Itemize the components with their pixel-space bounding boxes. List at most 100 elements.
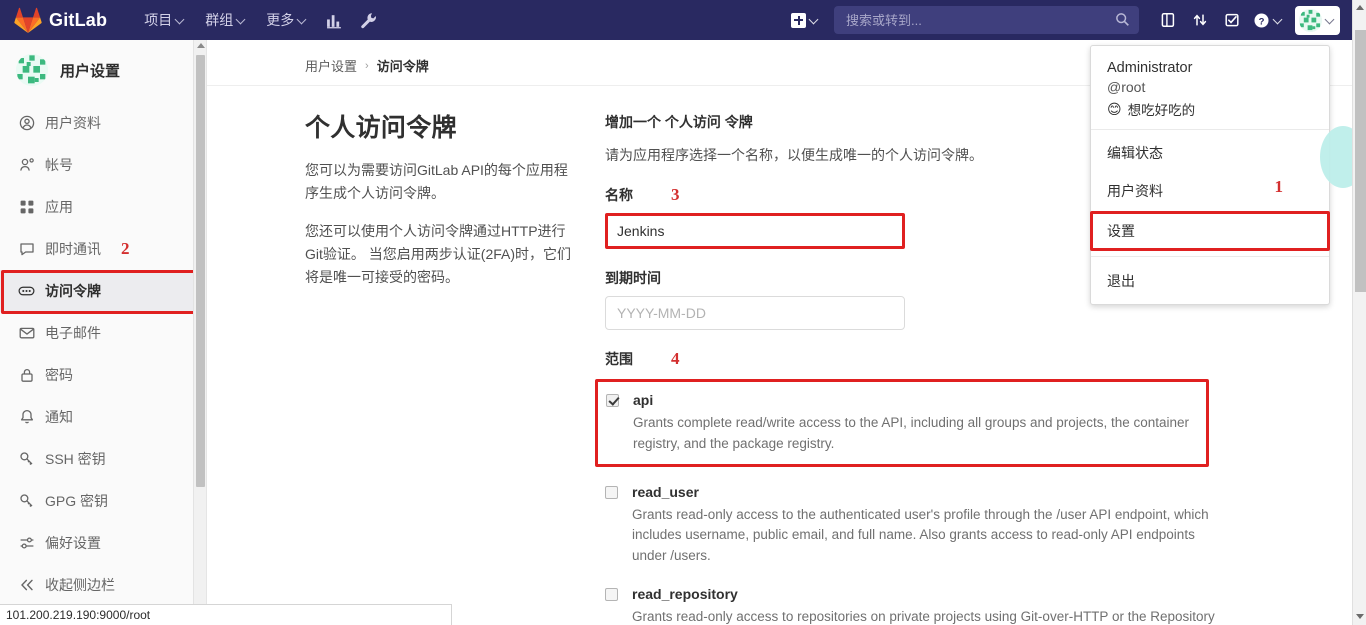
sidebar-item-password[interactable]: 密码 — [0, 354, 206, 396]
sidebar-item-label: 用户资料 — [45, 115, 101, 131]
issues-button[interactable] — [1153, 5, 1183, 35]
avatar — [1299, 8, 1322, 32]
chevron-down-icon — [176, 16, 185, 25]
sidebar-item-label: 收起侧边栏 — [45, 577, 115, 593]
sidebar-avatar — [16, 54, 48, 86]
nav-groups-label: 群组 — [205, 12, 234, 28]
search-input[interactable] — [834, 6, 1139, 34]
annotation-marker-4: 4 — [671, 349, 680, 368]
sidebar-item-label: 即时通讯 — [45, 241, 101, 257]
sidebar-item-label: 通知 — [45, 409, 73, 425]
breadcrumb-current[interactable]: 访问令牌 — [377, 56, 429, 75]
sidebar-item-ssh-keys[interactable]: SSH 密钥 — [0, 438, 206, 480]
menu-divider — [1091, 256, 1329, 257]
chevron-down-icon — [1274, 16, 1283, 25]
account-icon — [18, 157, 35, 174]
page-scroll-thumb[interactable] — [1355, 30, 1366, 292]
scope-checkbox-read-repository[interactable] — [605, 587, 618, 601]
page-scrollbar[interactable] — [1352, 0, 1366, 625]
scopes-list: api Grants complete read/write access to… — [595, 379, 1230, 625]
scope-name: api — [633, 392, 654, 408]
annotation-marker-2: 2 — [121, 239, 130, 258]
sidebar-item-gpg-keys[interactable]: GPG 密钥 — [0, 480, 206, 522]
menu-edit-status[interactable]: 编辑状态 — [1091, 134, 1329, 172]
help-icon: ? — [1254, 12, 1269, 28]
sidebar-item-applications[interactable]: 应用 — [0, 186, 206, 228]
search-box[interactable] — [834, 6, 1139, 34]
sidebar-items: 用户资料 帐号 应用 即时通讯 2 访问令牌 电子邮件 密码 通知 SSH 密钥… — [0, 100, 206, 606]
user-dropdown-menu: Administrator @root 😊 想吃好吃的 编辑状态 用户资料 1 … — [1090, 45, 1330, 305]
token-name-input[interactable] — [605, 213, 905, 249]
scope-checkbox-api[interactable] — [606, 394, 619, 407]
scroll-up-arrow-icon[interactable] — [1356, 5, 1364, 10]
intro-paragraph-2: 您还可以使用个人访问令牌通过HTTP进行Git验证。 当您启用两步认证(2FA)… — [305, 223, 572, 285]
gitlab-logo-icon[interactable] — [14, 7, 42, 33]
top-navbar-right: ? — [786, 0, 1366, 40]
merge-requests-button[interactable] — [1185, 5, 1215, 35]
nav-more[interactable]: 更多 — [257, 2, 316, 38]
chevron-down-icon — [298, 16, 307, 25]
sidebar-item-label: 帐号 — [45, 157, 73, 173]
user-menu-header: Administrator @root 😊 想吃好吃的 — [1091, 46, 1329, 130]
sidebar-item-profile[interactable]: 用户资料 — [0, 102, 206, 144]
lock-icon — [18, 367, 35, 384]
help-button[interactable]: ? — [1249, 9, 1285, 32]
merge-requests-icon — [1193, 14, 1207, 26]
nav-more-label: 更多 — [266, 12, 295, 28]
page-title: 个人访问令牌 — [305, 114, 457, 142]
top-navbar: GitLab 项目 群组 更多 搜索或转到... ? — [0, 0, 1366, 40]
scope-name: read_user — [632, 483, 699, 500]
new-item-button[interactable] — [786, 9, 824, 32]
scopes-label-row: 范围 4 — [605, 349, 1230, 369]
menu-item-label: 退出 — [1107, 273, 1135, 289]
collapse-icon — [18, 577, 35, 594]
status-bar: 101.200.219.190:9000/root — [0, 604, 452, 625]
name-label: 名称 — [605, 187, 633, 203]
scope-checkbox-read-user[interactable] — [605, 485, 618, 499]
menu-item-label: 用户资料 — [1107, 183, 1163, 199]
sidebar-item-collapse[interactable]: 收起侧边栏 — [0, 564, 206, 606]
todos-button[interactable] — [1217, 5, 1247, 35]
nav-groups[interactable]: 群组 — [196, 2, 255, 38]
user-status[interactable]: 😊 想吃好吃的 — [1107, 99, 1313, 119]
brand-name[interactable]: GitLab — [49, 10, 107, 31]
scope-description: Grants read-only access to repositories … — [632, 608, 1215, 624]
sidebar-scroll-thumb[interactable] — [196, 55, 205, 487]
header-icon-group: ? — [1153, 5, 1285, 35]
token-expiry-input[interactable] — [605, 296, 905, 330]
menu-signout[interactable]: 退出 — [1091, 262, 1329, 300]
sidebar-item-chat[interactable]: 即时通讯 2 — [0, 228, 206, 270]
sidebar-item-notifications[interactable]: 通知 — [0, 396, 206, 438]
user-menu-items: 编辑状态 用户资料 1 设置 退出 — [1090, 130, 1330, 300]
menu-settings[interactable]: 设置 — [1090, 211, 1330, 251]
sidebar-item-label: 电子邮件 — [45, 325, 101, 341]
admin-area-button[interactable] — [352, 4, 384, 36]
status-bar-url: 101.200.219.190:9000/root — [6, 608, 151, 622]
sidebar-scrollbar[interactable] — [193, 40, 206, 625]
user-avatar-button[interactable] — [1295, 5, 1340, 35]
menu-item-label: 编辑状态 — [1107, 145, 1163, 161]
analytics-button[interactable] — [318, 4, 350, 36]
menu-profile[interactable]: 用户资料 1 — [1091, 172, 1329, 210]
annotation-marker-1: 1 — [1274, 177, 1284, 196]
sidebar-item-access-tokens[interactable]: 访问令牌 — [0, 270, 206, 312]
sidebar-item-label: GPG 密钥 — [45, 493, 109, 509]
nav-projects[interactable]: 项目 — [135, 2, 194, 38]
settings-sidebar: 用户设置 用户资料 帐号 应用 即时通讯 2 访问令牌 电子邮件 密码 通知 S… — [0, 40, 207, 625]
chart-icon — [326, 14, 341, 28]
apps-grid-icon — [18, 199, 35, 216]
scroll-up-arrow-icon[interactable] — [197, 43, 205, 48]
breadcrumb-parent[interactable]: 用户设置 — [305, 56, 357, 75]
sidebar-item-emails[interactable]: 电子邮件 — [0, 312, 206, 354]
scroll-down-arrow-icon[interactable] — [1356, 614, 1364, 619]
sidebar-item-account[interactable]: 帐号 — [0, 144, 206, 186]
user-circle-icon — [18, 115, 35, 132]
sidebar-item-label: SSH 密钥 — [45, 451, 106, 467]
scope-name: read_repository — [632, 585, 738, 602]
sidebar-header[interactable]: 用户设置 — [0, 40, 206, 100]
sidebar-item-preferences[interactable]: 偏好设置 — [0, 522, 206, 564]
intro-column: 个人访问令牌 您可以为需要访问GitLab API的每个应用程序生成个人访问令牌… — [305, 108, 605, 625]
menu-item-label: 设置 — [1107, 223, 1135, 239]
scopes-label: 范围 — [605, 351, 633, 367]
bell-icon — [18, 409, 35, 426]
